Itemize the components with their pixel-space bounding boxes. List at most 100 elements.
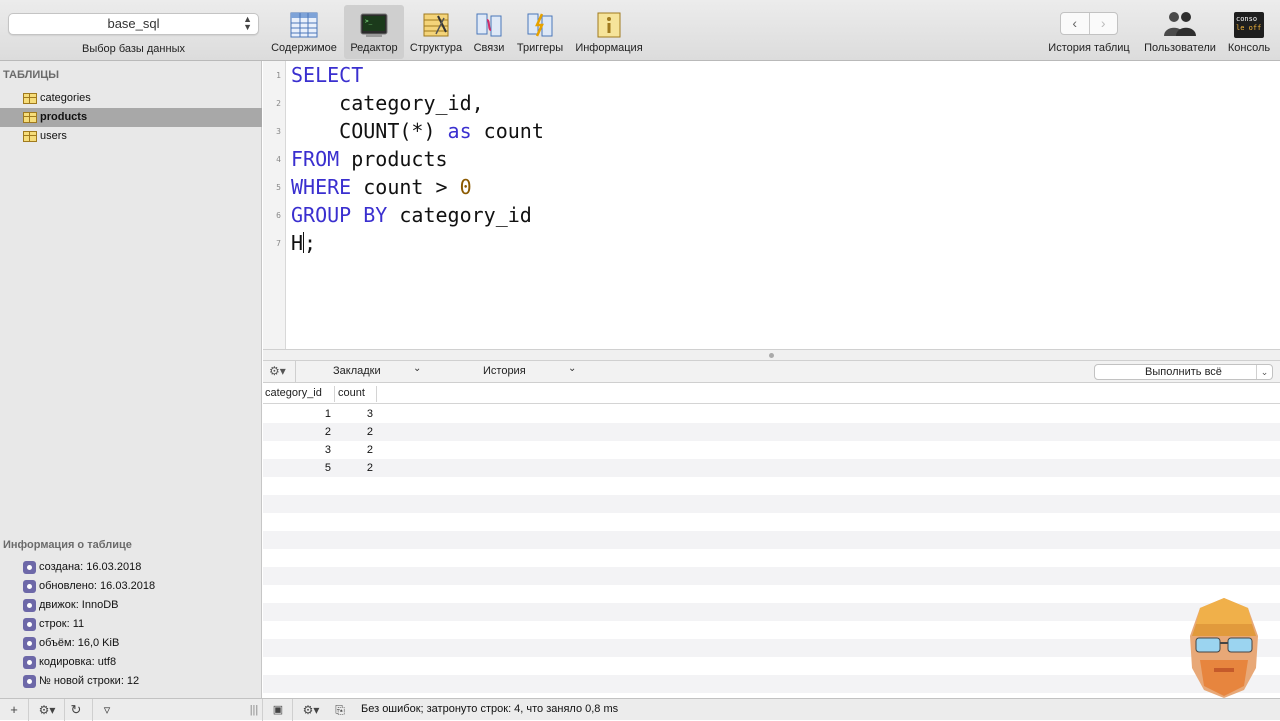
console-button[interactable]: conso le off Консоль <box>1224 5 1274 59</box>
database-select-value: base_sql <box>107 16 160 31</box>
query-bar: ⚙▾ Закладки ⌄ История ⌄ Выполнить всё ⌄ <box>263 361 1280 383</box>
info-bullet-icon <box>23 561 36 574</box>
bookmarks-menu[interactable]: Закладки <box>333 365 381 377</box>
run-all-button[interactable]: Выполнить всё ⌄ <box>1094 364 1273 380</box>
editor-results-splitter[interactable] <box>263 349 1280 361</box>
avatar <box>1190 598 1258 698</box>
structure-button[interactable]: Структура <box>406 5 466 59</box>
column-header-count[interactable]: count <box>338 387 365 399</box>
code-line[interactable]: FROM products <box>291 145 448 173</box>
code-line[interactable]: WHERE count > 0 <box>291 173 472 201</box>
content-button[interactable]: Содержимое <box>266 5 342 59</box>
gear-icon[interactable]: ⚙▾ <box>34 702 60 718</box>
line-number: 7 <box>276 239 281 248</box>
add-table-icon[interactable]: + <box>4 702 24 718</box>
line-number: 1 <box>276 71 281 80</box>
results-table: category_id count 13223252 <box>263 384 1280 698</box>
sql-token: ; <box>304 231 317 255</box>
cell-category-id[interactable]: 5 <box>325 462 331 474</box>
sql-keyword: SELECT <box>291 63 364 87</box>
sidebar-item-categories[interactable]: categories <box>0 89 262 108</box>
table-history-button[interactable]: История таблиц <box>1044 5 1134 59</box>
sidebar-item-users[interactable]: users <box>0 127 262 146</box>
chevron-down-icon[interactable]: ⌄ <box>413 363 421 374</box>
info-label: объём: 16,0 KiB <box>39 637 120 649</box>
divider <box>262 699 263 721</box>
sidebar-item-products[interactable]: products <box>0 108 262 127</box>
table-row[interactable]: 22 <box>263 423 1280 441</box>
triggers-button-label: Триггеры <box>516 42 564 54</box>
info-icon <box>597 12 621 38</box>
chevron-down-icon[interactable]: ⌄ <box>568 363 576 374</box>
query-gear-icon[interactable]: ⚙▾ <box>269 364 291 380</box>
table-row[interactable]: 32 <box>263 441 1280 459</box>
cell-category-id[interactable]: 2 <box>325 426 331 438</box>
column-divider[interactable] <box>334 386 335 402</box>
chevron-down-icon[interactable]: ⌄ <box>1256 365 1272 379</box>
table-row <box>263 531 1280 549</box>
divider <box>292 699 293 721</box>
code-line[interactable]: COUNT(*) as count <box>291 117 544 145</box>
refresh-icon[interactable]: ↻ <box>66 702 86 718</box>
sql-token: count > <box>351 175 460 199</box>
code-line[interactable]: H; <box>291 229 316 257</box>
sql-number: 0 <box>459 175 472 199</box>
cell-category-id[interactable]: 3 <box>325 444 331 456</box>
users-button-label: Пользователи <box>1144 42 1216 54</box>
editor-button-label: Редактор <box>350 42 398 54</box>
select-arrows-icon: ▲ ▼ <box>243 14 252 32</box>
table-row <box>263 657 1280 675</box>
toolbar: base_sql ▲ ▼ Выбор базы данных Содержимое… <box>0 0 1280 61</box>
content-button-label: Содержимое <box>271 42 337 54</box>
cell-count[interactable]: 3 <box>367 408 373 420</box>
cell-category-id[interactable]: 1 <box>325 408 331 420</box>
info-label: № новой строки: 12 <box>39 675 140 687</box>
users-button[interactable]: Пользователи <box>1140 5 1220 59</box>
table-info-header: Информация о таблице <box>3 539 132 551</box>
results-gear-icon[interactable]: ⚙▾ <box>298 702 324 718</box>
info-bullet-icon <box>23 637 36 650</box>
info-label: обновлено: 16.03.2018 <box>39 580 156 592</box>
export-icon[interactable]: ⎘ <box>330 702 350 718</box>
table-content-icon <box>290 12 318 38</box>
sidebar: ТАБЛИЦЫ categories products users Информ… <box>0 61 262 698</box>
table-icon <box>23 112 37 123</box>
cell-count[interactable]: 2 <box>367 426 373 438</box>
console-icon: conso le off <box>1234 12 1264 38</box>
info-label: строк: 11 <box>39 618 85 630</box>
table-row <box>263 603 1280 621</box>
column-divider[interactable] <box>376 386 377 402</box>
table-row[interactable]: 13 <box>263 405 1280 423</box>
cell-count[interactable]: 2 <box>367 462 373 474</box>
history-menu[interactable]: История <box>483 365 526 377</box>
column-header-category-id[interactable]: category_id <box>265 387 322 399</box>
table-history-label: История таблиц <box>1048 42 1130 54</box>
code-line[interactable]: SELECT <box>291 61 363 89</box>
toggle-editor-icon[interactable]: ▣ <box>268 702 288 718</box>
relations-button-label: Связи <box>473 42 505 54</box>
divider <box>295 361 296 383</box>
cell-count[interactable]: 2 <box>367 444 373 456</box>
results-header: category_id count <box>263 384 1280 404</box>
query-status-text: Без ошибок; затронуто строк: 4, что заня… <box>361 703 619 715</box>
resize-handle-icon[interactable]: ||| <box>244 702 264 718</box>
line-number: 6 <box>276 211 281 220</box>
info-button[interactable]: Информация <box>572 5 646 59</box>
splitter-handle-icon[interactable] <box>769 353 774 358</box>
line-number: 4 <box>276 155 281 164</box>
database-select[interactable]: base_sql ▲ ▼ <box>8 13 259 35</box>
relations-icon <box>476 13 502 37</box>
filter-icon[interactable]: ▿ <box>97 702 117 718</box>
divider <box>28 699 29 721</box>
info-bullet-icon <box>23 675 36 688</box>
code-line[interactable]: GROUP BY category_id <box>291 201 532 229</box>
code-line[interactable]: category_id, <box>291 89 484 117</box>
triggers-button[interactable]: Триггеры <box>512 5 568 59</box>
relations-button[interactable]: Связи <box>470 5 508 59</box>
editor-button[interactable]: >_ Редактор <box>344 5 404 59</box>
sql-editor[interactable]: 1 2 3 4 5 6 7 SELECT category_id, COUNT(… <box>263 61 1280 349</box>
sql-keyword: WHERE <box>291 175 352 199</box>
table-row <box>263 675 1280 693</box>
table-row[interactable]: 52 <box>263 459 1280 477</box>
table-row <box>263 585 1280 603</box>
